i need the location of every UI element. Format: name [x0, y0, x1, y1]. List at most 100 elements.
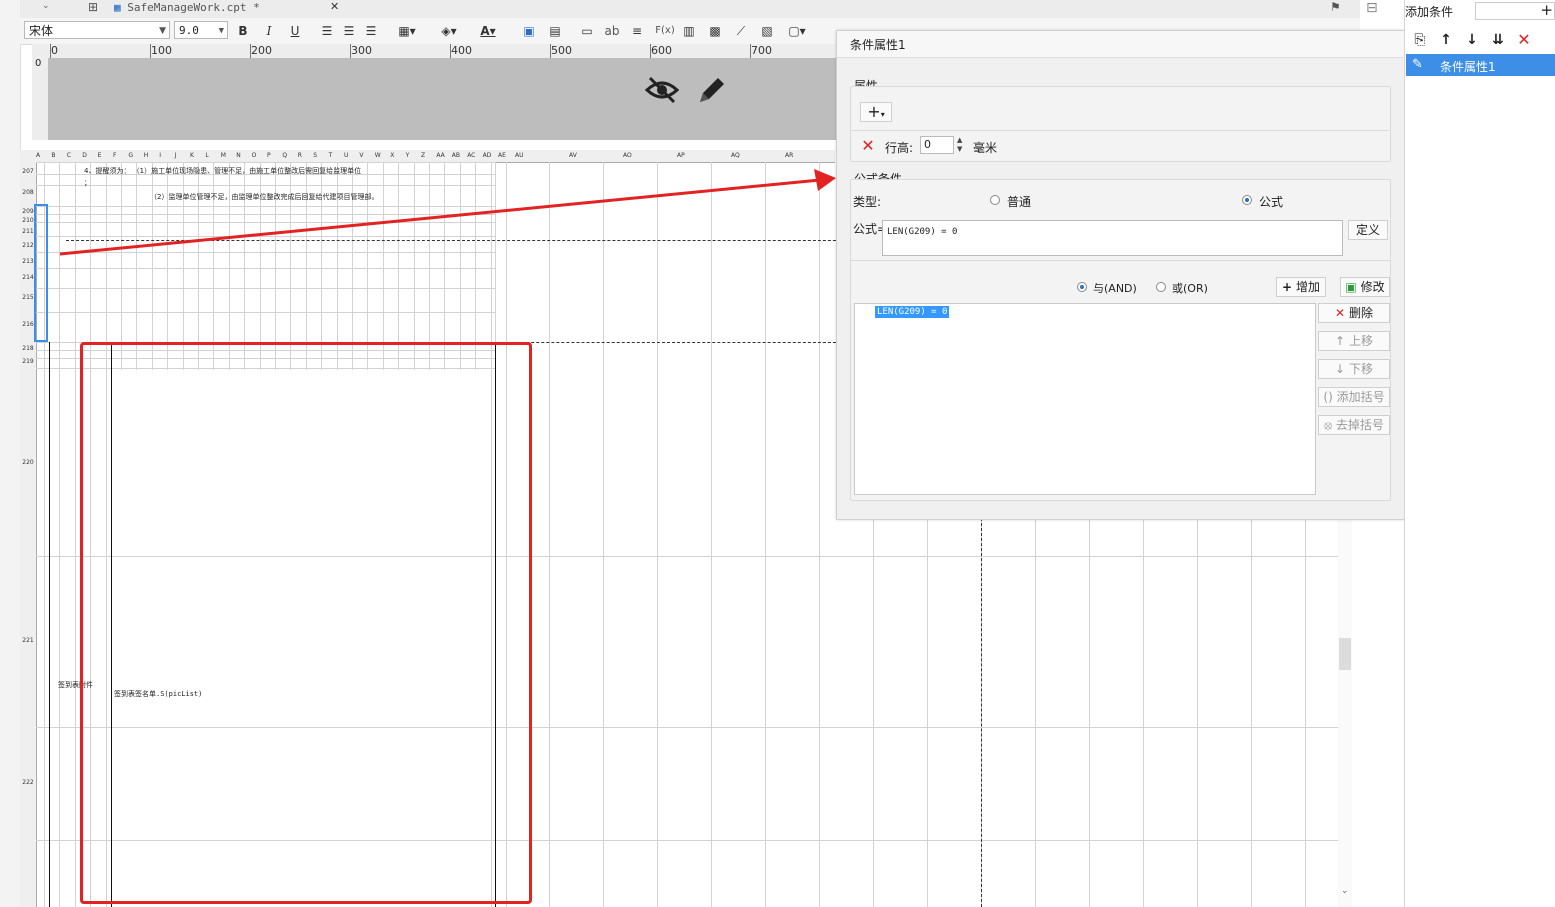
column-header[interactable]: P [267, 152, 271, 159]
column-header[interactable]: O [252, 152, 257, 159]
arrow-up-icon[interactable]: ↑ [1437, 32, 1455, 48]
column-header[interactable]: E [98, 152, 102, 159]
column-header[interactable]: I [159, 152, 161, 159]
subreport-icon[interactable]: ▧ [760, 21, 774, 41]
column-header[interactable]: D [82, 152, 87, 159]
define-button[interactable]: 定义 [1348, 220, 1388, 240]
slash-icon[interactable]: ⟋ [734, 21, 748, 41]
column-header[interactable]: AP [677, 152, 685, 159]
column-header[interactable]: H [144, 152, 149, 159]
condition-list-item[interactable]: LEN(G209) = 0 [875, 306, 950, 318]
chevron-down-icon[interactable]: ⌄ [1341, 886, 1349, 896]
row-label[interactable]: 222 [20, 779, 36, 786]
column-header[interactable]: C [67, 152, 71, 159]
column-header[interactable]: J [175, 152, 177, 159]
table-icon[interactable]: ▤ [548, 21, 562, 41]
column-header[interactable]: Y [406, 152, 410, 159]
remove-bracket-button[interactable]: ⦻ 去掉括号 [1318, 415, 1390, 435]
type-formula-radio[interactable] [1242, 195, 1252, 205]
column-header[interactable]: AU [515, 152, 524, 159]
column-header[interactable]: A [36, 152, 40, 159]
rich-text-icon[interactable]: ≡ [630, 21, 644, 41]
font-size-select[interactable]: 9.0 ▼ [174, 21, 228, 39]
or-radio[interactable] [1156, 282, 1166, 292]
align-center-icon[interactable]: ☰ [342, 21, 356, 41]
column-header[interactable]: W [375, 152, 381, 159]
column-header[interactable]: AR [785, 152, 793, 159]
file-tab[interactable]: ▦ SafeManageWork.cpt * [108, 0, 266, 17]
move-bottom-icon[interactable]: ⇊ [1489, 32, 1507, 48]
column-header[interactable]: G [128, 152, 133, 159]
frame-icon[interactable]: ▢▾ [786, 21, 808, 41]
column-header[interactable]: M [221, 152, 226, 159]
row-label[interactable]: 219 [20, 358, 36, 365]
chart-icon[interactable]: ▥ [682, 21, 696, 41]
column-header[interactable]: Q [282, 152, 287, 159]
column-header[interactable]: N [236, 152, 241, 159]
add-condition-plus[interactable]: + [1540, 1, 1553, 19]
row-height-stepper[interactable]: ▲ ▼ [957, 136, 962, 154]
fill-color-icon[interactable]: ◈▾ [436, 21, 462, 41]
column-header[interactable]: AB [452, 152, 460, 159]
column-header[interactable]: R [298, 152, 302, 159]
column-header[interactable]: AQ [731, 152, 740, 159]
modify-condition-button[interactable]: ▣ 修改 [1340, 277, 1390, 297]
chevron-down-icon[interactable]: ⌄ [42, 1, 50, 11]
underline-button[interactable]: U [288, 21, 302, 41]
pin-icon[interactable]: ⚑ [1330, 0, 1341, 14]
condition-item-1[interactable]: ✎ 条件属性1 [1406, 54, 1555, 76]
column-header[interactable]: X [390, 152, 394, 159]
image-icon[interactable]: ▩ [708, 21, 722, 41]
move-up-button[interactable]: ↑ 上移 [1318, 331, 1390, 351]
copy-icon[interactable]: ⎘ [1411, 32, 1429, 48]
column-header[interactable]: L [205, 152, 208, 159]
and-radio[interactable] [1077, 282, 1087, 292]
grid-layout-icon[interactable]: ⊞ [88, 0, 98, 14]
column-header[interactable]: AD [483, 152, 492, 159]
column-header[interactable]: AE [498, 152, 506, 159]
scrollbar-thumb[interactable] [1339, 638, 1351, 670]
merge-cells-icon[interactable]: ▣ [522, 21, 536, 41]
column-header[interactable]: AV [569, 152, 577, 159]
type-normal-radio[interactable] [990, 195, 1000, 205]
pencil-icon[interactable] [696, 74, 728, 106]
column-header[interactable]: AA [436, 152, 444, 159]
remove-attr-icon[interactable]: ✕ [859, 138, 877, 154]
close-icon[interactable]: ✕ [330, 0, 339, 13]
add-condition-field[interactable]: + [1475, 1, 1555, 20]
column-header[interactable]: K [190, 152, 194, 159]
row-selection-box[interactable] [34, 204, 48, 342]
column-header[interactable]: V [359, 152, 363, 159]
column-header[interactable]: B [51, 152, 55, 159]
insert-row-icon[interactable]: ▭ [580, 21, 594, 41]
formula-tool-button[interactable]: F(x) [654, 21, 676, 41]
italic-button[interactable]: I [262, 21, 276, 41]
align-right-icon[interactable]: ☰ [364, 21, 378, 41]
row-label[interactable]: 221 [20, 637, 36, 644]
column-header[interactable]: F [113, 152, 116, 159]
font-color-button[interactable]: A▾ [475, 21, 501, 41]
condition-list[interactable]: LEN(G209) = 0 [854, 303, 1316, 495]
arrow-down-icon[interactable]: ↓ [1463, 32, 1481, 48]
row-label[interactable]: 207 [20, 168, 36, 175]
row-label[interactable]: 218 [20, 345, 36, 352]
row-label[interactable]: 208 [20, 189, 36, 196]
delete-icon[interactable]: ✕ [1515, 32, 1533, 48]
bold-button[interactable]: B [236, 21, 250, 41]
sheet-scrollbar[interactable]: ⌄ [1338, 520, 1352, 907]
add-condition-button[interactable]: + 增加 [1276, 277, 1326, 297]
add-bracket-button[interactable]: () 添加括号 [1318, 387, 1390, 407]
column-header[interactable]: Z [421, 152, 425, 159]
column-header[interactable]: T [329, 152, 333, 159]
row-label[interactable]: 220 [20, 459, 36, 466]
column-header[interactable]: AC [467, 152, 475, 159]
border-icon[interactable]: ▦▾ [396, 21, 418, 41]
column-header[interactable]: U [344, 152, 348, 159]
add-attr-button[interactable]: +▾ [860, 102, 892, 122]
delete-condition-button[interactable]: ✕ 删除 [1318, 303, 1390, 323]
formula-input[interactable]: LEN(G209) = 0 [882, 220, 1343, 256]
column-header[interactable]: AO [623, 152, 632, 159]
move-down-button[interactable]: ↓ 下移 [1318, 359, 1390, 379]
layout-icon[interactable]: ⊟ [1366, 0, 1378, 16]
column-header[interactable]: S [313, 152, 317, 159]
